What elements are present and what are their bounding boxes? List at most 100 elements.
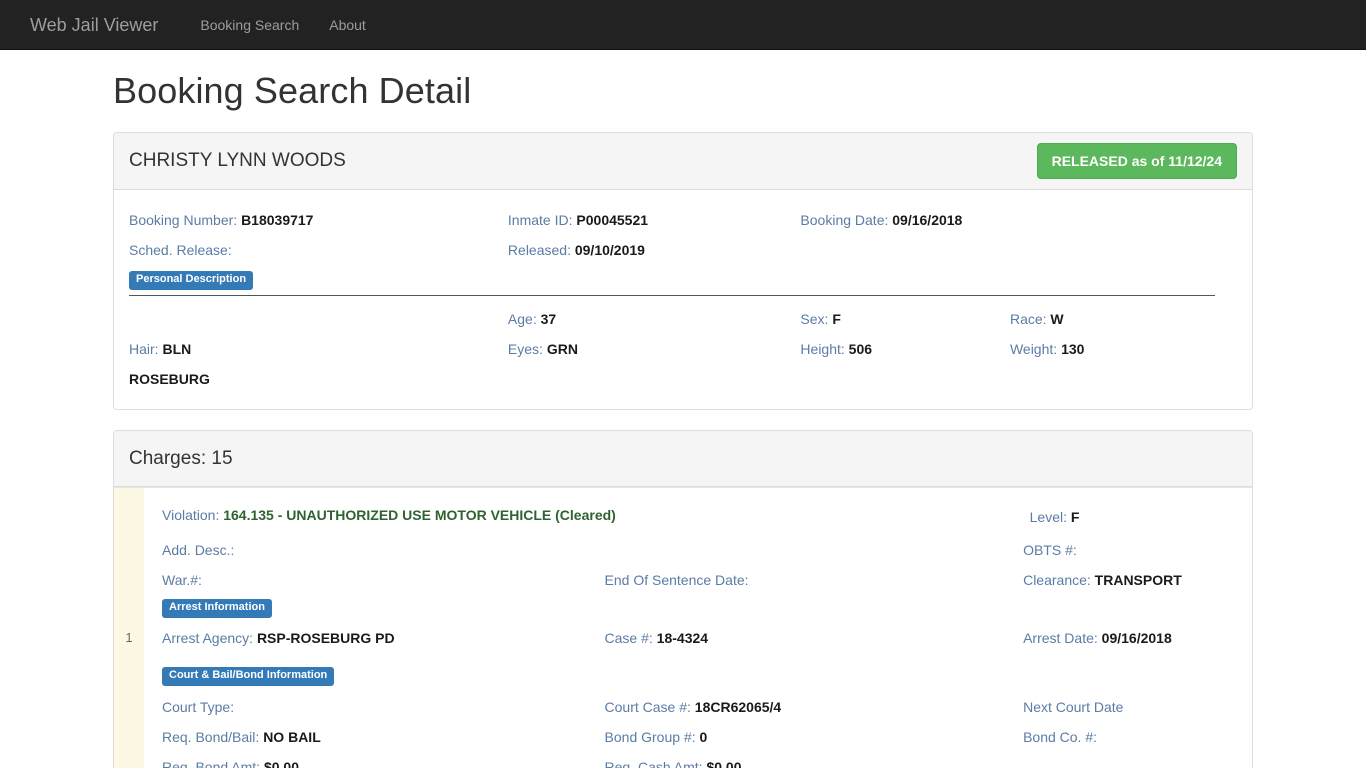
eyes-value: GRN [546,341,578,358]
personal-field-age: Age: 37 [508,304,801,334]
top-navbar: Web Jail Viewer Booking Search About [0,0,1366,50]
charge-line-amounts: Req. Bond Amt: $0.00 Req. Cash Amt: $0.0… [162,752,1252,768]
navbar-brand[interactable]: Web Jail Viewer [15,0,173,50]
obts-label: OBTS #: [1023,542,1077,559]
req-bond-amt-label: Req. Bond Amt: [162,759,261,768]
charges-count: Charges: 15 [129,447,233,469]
bond-group-value: 0 [699,729,708,746]
charge-line-add-desc: Add. Desc.: OBTS #: [162,535,1252,565]
personal-field-weight: Weight: 130 [1010,334,1237,364]
booking-detail-panel: CHRISTY LYNN WOODS RELEASED as of 11/12/… [113,131,1253,411]
charges-panel-heading: Charges: 15 [114,431,1252,488]
page-title: Booking Search Detail [113,70,472,111]
charge-court-case: Court Case #: 18CR62065/4 [605,692,1024,722]
personal-field-height: Height: 506 [800,334,1010,364]
case-number-label: Case #: [604,630,653,647]
booking-field-inmate-id: Inmate ID: P00045521 [508,205,801,235]
charge-line-violation: Violation: 164.135 - UNAUTHORIZED USE MO… [162,500,1252,535]
end-of-sentence-label: End Of Sentence Date: [604,572,749,589]
charge-bond-co: Bond Co. #: [1023,722,1252,752]
booking-field-sched-release: Sched. Release: [129,235,508,265]
sex-value: F [832,311,841,328]
height-label: Height: [800,341,845,358]
req-bond-amt-value: $0.00 [263,759,299,768]
charge-line-bond: Req. Bond/Bail: NO BAIL Bond Group #: 0 … [162,722,1252,752]
court-case-label: Court Case #: [604,699,691,716]
add-desc-label: Add. Desc.: [162,542,235,559]
charge-req-bond-amt: Req. Bond Amt: $0.00 [162,752,605,768]
charge-case-number: Case #: 18-4324 [605,623,1024,653]
arrest-date-label: Arrest Date: [1023,630,1098,647]
inmate-id-label: Inmate ID: [507,212,573,229]
clearance-label: Clearance: [1023,572,1091,589]
req-bond-bail-label: Req. Bond/Bail: [162,729,260,746]
charge-add-desc: Add. Desc.: [162,535,605,565]
charge-violation: Violation: 164.135 - UNAUTHORIZED USE MO… [162,500,1030,535]
race-label: Race: [1009,311,1047,328]
height-value: 506 [848,341,873,358]
released-label: Released: [507,242,571,259]
court-type-label: Court Type: [162,699,235,716]
age-label: Age: [507,311,537,328]
level-value: F [1070,509,1080,526]
personal-description-badge: Personal Description [129,271,254,290]
main-container: Booking Search Detail CHRISTY LYNN WOODS… [98,71,1268,768]
personal-description-divider [129,295,1215,297]
charge-bond-group: Bond Group #: 0 [605,722,1024,752]
req-cash-amt-value: $0.00 [706,759,742,768]
city-value: ROSEBURG [129,371,210,388]
sched-release-label: Sched. Release: [129,242,232,259]
charge-obts: OBTS #: [1023,535,1252,565]
req-bond-bail-value: NO BAIL [263,729,321,746]
inmate-name: CHRISTY LYNN WOODS [129,149,346,171]
personal-description-badge-row: Personal Description [129,269,1237,291]
violation-value: 164.135 - UNAUTHORIZED USE MOTOR VEHICLE… [223,507,616,524]
charges-panel: Charges: 15 1 Violation: 164.135 - UNAUT… [113,430,1253,768]
booking-field-empty [800,235,1237,265]
charge-body: Violation: 164.135 - UNAUTHORIZED USE MO… [144,488,1252,768]
eyes-label: Eyes: [507,341,543,358]
navbar-links: Booking Search About [185,2,380,48]
race-value: W [1050,311,1064,328]
weight-label: Weight: [1009,341,1058,358]
released-value: 09/10/2019 [574,242,645,259]
personal-field-sex-race: Sex: F Race: W [800,304,1237,334]
clearance-value: TRANSPORT [1094,572,1182,589]
charge-row: 1 Violation: 164.135 - UNAUTHORIZED USE … [114,487,1252,768]
arrest-agency-label: Arrest Agency: [162,630,254,647]
charge-req-cash-amt: Req. Cash Amt: $0.00 [605,752,1024,768]
nav-link-booking-search[interactable]: Booking Search [185,2,314,48]
booking-fields-row-1: Booking Number: B18039717 Inmate ID: P00… [129,205,1237,235]
hair-value: BLN [162,341,192,358]
booking-number-label: Booking Number: [129,212,238,229]
personal-fields-row-1: Age: 37 Sex: F Race: W [129,304,1237,334]
next-court-date-label: Next Court Date [1023,699,1124,716]
booking-field-released: Released: 09/10/2019 [508,235,801,265]
booking-panel-heading: CHRISTY LYNN WOODS RELEASED as of 11/12/… [114,132,1252,191]
charge-arrest-date: Arrest Date: 09/16/2018 [1023,623,1252,653]
sex-label: Sex: [800,311,829,328]
warrant-label: War.#: [162,572,202,589]
charge-arrest-agency: Arrest Agency: RSP-ROSEBURG PD [162,623,605,653]
level-label: Level: [1029,509,1067,526]
age-value: 37 [540,311,557,328]
charge-index: 1 [114,488,144,768]
charge-line-court: Court Type: Court Case #: 18CR62065/4 Ne… [162,692,1252,722]
arrest-information-badge: Arrest Information [162,599,272,618]
charge-clearance: Clearance: TRANSPORT [1023,565,1252,595]
charge-warrant: War.#: [162,565,605,595]
status-badge: RELEASED as of 11/12/24 [1036,142,1237,180]
personal-field-hair: Hair: BLN [129,334,508,364]
arrest-date-value: 09/16/2018 [1101,630,1172,647]
nav-link-about[interactable]: About [314,2,381,48]
booking-panel-body: Booking Number: B18039717 Inmate ID: P00… [114,190,1252,409]
booking-date-value: 09/16/2018 [892,212,963,229]
charge-add-desc-spacer [605,535,1024,565]
personal-field-sex: Sex: F [800,304,1010,334]
hair-label: Hair: [129,341,159,358]
req-cash-amt-label: Req. Cash Amt: [604,759,703,768]
case-number-value: 18-4324 [656,630,709,647]
charge-next-court-date: Next Court Date [1023,692,1252,722]
bond-group-label: Bond Group #: [604,729,696,746]
charge-req-bond-bail: Req. Bond/Bail: NO BAIL [162,722,605,752]
